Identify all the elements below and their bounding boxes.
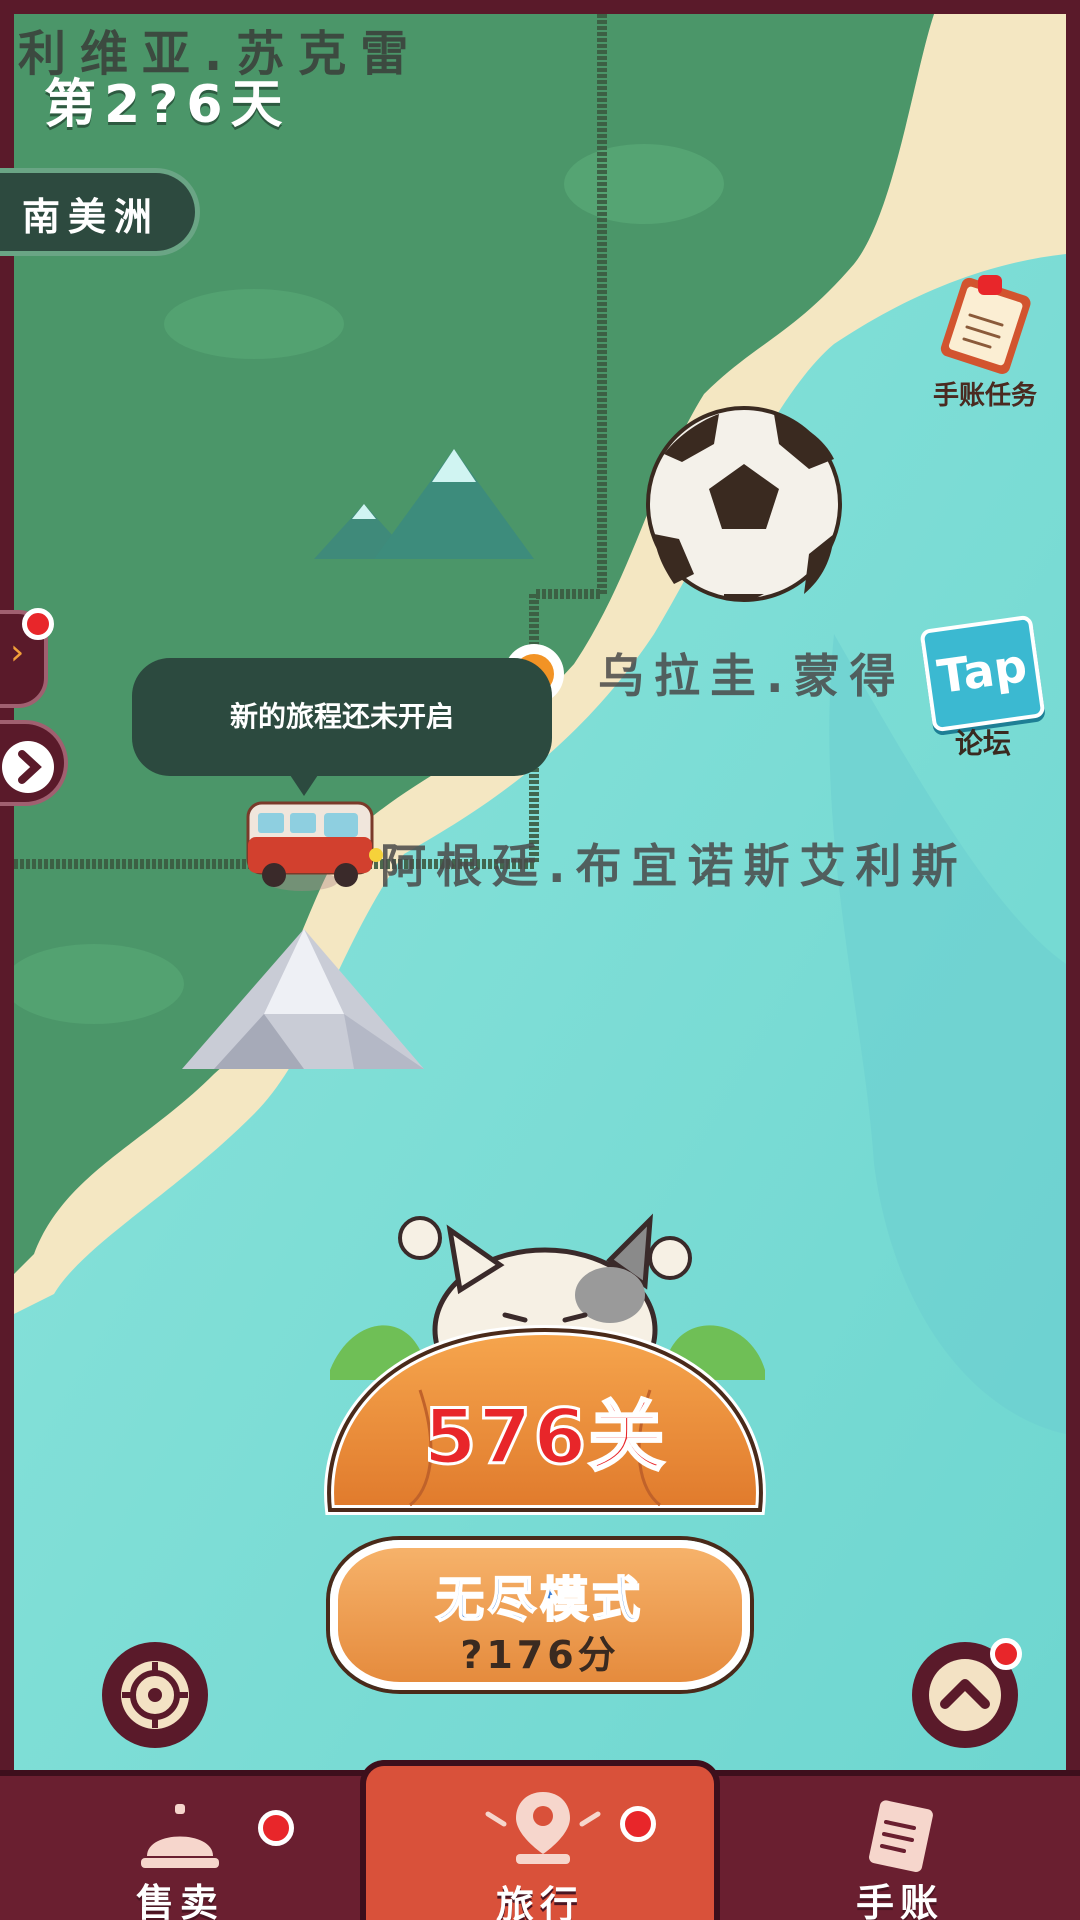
nav-label-journal: 手账: [855, 1881, 944, 1920]
locate-button[interactable]: [102, 1642, 208, 1748]
nav-label-sell: 售卖: [135, 1881, 224, 1920]
game-screen: { "header": { "prev_city": "利维亚.苏克雷", "d…: [0, 0, 1080, 1920]
chevron-right-icon: [2, 741, 54, 793]
journey-status-bubble: 新的旅程还未开启: [132, 658, 552, 776]
region-badge-label: 南美洲: [22, 195, 161, 239]
camper-van[interactable]: [240, 795, 390, 895]
clipboard-icon: [940, 275, 1031, 374]
bottom-nav: 售卖 旅行 手账: [0, 1760, 1080, 1920]
notification-dot: [22, 608, 54, 640]
nav-label-travel: 旅行: [495, 1883, 584, 1920]
nav-item-travel[interactable]: 旅行: [360, 1760, 720, 1920]
nav-item-sell[interactable]: 售卖: [0, 1776, 360, 1920]
tap-logo-text: Tap: [934, 638, 1031, 704]
day-counter: 第2?6天: [44, 75, 291, 135]
tap-logo: Tap: [919, 614, 1046, 733]
expand-arrow-button[interactable]: [0, 720, 68, 806]
journal-task-label: 手账任务: [932, 381, 1037, 411]
level-label: 576关: [422, 1391, 667, 1483]
forum-label: 论坛: [954, 727, 1011, 760]
endless-mode-button[interactable]: 无尽模式 ?176分: [330, 1540, 750, 1690]
notebook-icon: [869, 1800, 933, 1873]
journal-task-button[interactable]: 手账任务: [910, 265, 1060, 415]
level-select-button[interactable]: 576关: [310, 1200, 780, 1530]
city-label-next[interactable]: 乌拉圭.蒙得: [598, 640, 905, 706]
city-label-current[interactable]: 阿根廷.布宜诺斯艾利斯: [380, 830, 967, 896]
notification-dot: [990, 1638, 1022, 1670]
chevron-right-icon: ›: [10, 632, 25, 673]
endless-mode-title: 无尽模式: [435, 1571, 644, 1629]
travel-map-pin-icon: [485, 1792, 601, 1864]
crosshair-icon: [121, 1661, 189, 1729]
endless-mode-score: ?176分: [460, 1633, 620, 1677]
notification-dot: [620, 1806, 656, 1842]
notification-dot: [258, 1810, 294, 1846]
nav-item-journal[interactable]: 手账: [720, 1776, 1080, 1920]
bubble-tail: [288, 772, 320, 796]
tap-forum-button[interactable]: Tap 论坛: [918, 612, 1048, 762]
soccer-ball-landmark: [646, 406, 842, 602]
service-bell-icon: [141, 1804, 219, 1868]
